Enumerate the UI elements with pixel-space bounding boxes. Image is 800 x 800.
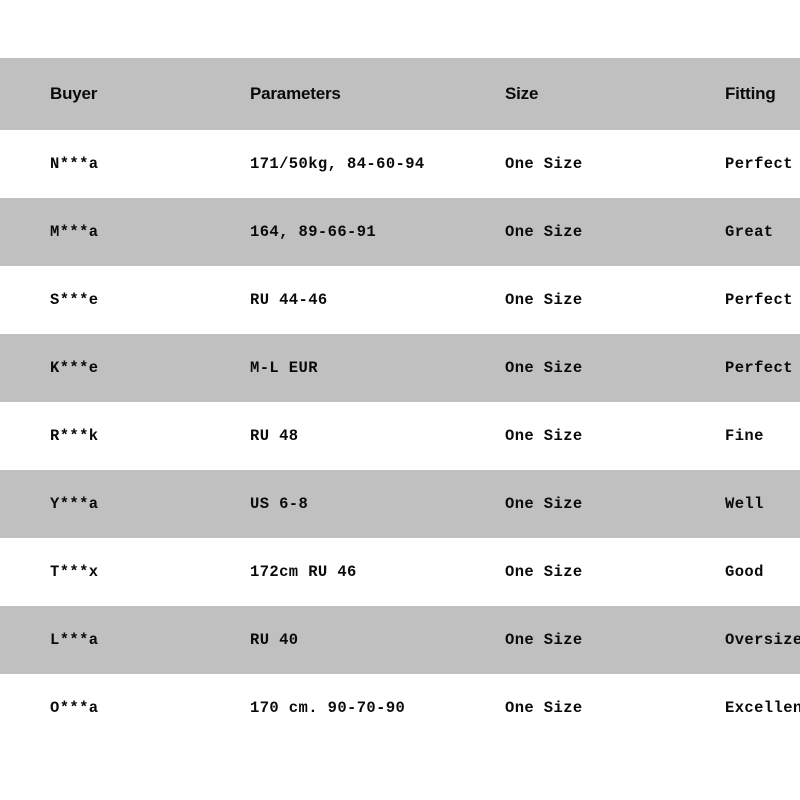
cell-parameters: 171/50kg, 84-60-94: [250, 155, 425, 173]
cell-buyer: Y***a: [50, 495, 99, 513]
cell-parameters: RU 40: [250, 631, 299, 649]
cell-buyer: L***a: [50, 631, 99, 649]
column-header-fitting: Fitting: [725, 84, 776, 103]
cell-parameters: RU 44-46: [250, 291, 328, 309]
cell-buyer: S***e: [50, 291, 99, 309]
table-row: M***a 164, 89-66-91 One Size Great: [0, 198, 800, 266]
cell-buyer: R***k: [50, 427, 99, 445]
column-header-parameters: Parameters: [250, 84, 341, 103]
cell-size: One Size: [505, 495, 583, 513]
cell-parameters: 172cm RU 46: [250, 563, 357, 581]
table-row: K***e M-L EUR One Size Perfect: [0, 334, 800, 402]
table-row: N***a 171/50kg, 84-60-94 One Size Perfec…: [0, 130, 800, 198]
cell-fitting: Well: [725, 495, 764, 513]
cell-size: One Size: [505, 291, 583, 309]
cell-fitting: Perfect: [725, 359, 793, 377]
cell-size: One Size: [505, 427, 583, 445]
table-row: Y***a US 6-8 One Size Well: [0, 470, 800, 538]
cell-size: One Size: [505, 155, 583, 173]
cell-parameters: RU 48: [250, 427, 299, 445]
cell-size: One Size: [505, 631, 583, 649]
cell-buyer: M***a: [50, 223, 99, 241]
cell-buyer: O***a: [50, 699, 99, 717]
table-header-row: Buyer Parameters Size Fitting: [0, 58, 800, 130]
cell-size: One Size: [505, 699, 583, 717]
cell-size: One Size: [505, 563, 583, 581]
cell-fitting: Perfect: [725, 155, 793, 173]
column-header-size: Size: [505, 84, 539, 103]
table-row: T***x 172cm RU 46 One Size Good: [0, 538, 800, 606]
cell-parameters: 170 cm. 90-70-90: [250, 699, 406, 717]
table-row: O***a 170 cm. 90-70-90 One Size Excellen…: [0, 674, 800, 742]
cell-parameters: M-L EUR: [250, 359, 318, 377]
cell-fitting: Perfect: [725, 291, 793, 309]
cell-buyer: N***a: [50, 155, 99, 173]
table-row: S***e RU 44-46 One Size Perfect: [0, 266, 800, 334]
column-header-buyer: Buyer: [50, 84, 98, 103]
buyer-feedback-table: Buyer Parameters Size Fitting N***a 171/…: [0, 0, 800, 800]
cell-fitting: Excellent: [725, 699, 800, 717]
cell-size: One Size: [505, 359, 583, 377]
cell-fitting: Good: [725, 563, 764, 581]
cell-parameters: US 6-8: [250, 495, 309, 513]
cell-parameters: 164, 89-66-91: [250, 223, 377, 241]
cell-size: One Size: [505, 223, 583, 241]
cell-buyer: K***e: [50, 359, 99, 377]
cell-fitting: Oversize: [725, 631, 800, 649]
table-row: R***k RU 48 One Size Fine: [0, 402, 800, 470]
cell-fitting: Great: [725, 223, 774, 241]
table-row: L***a RU 40 One Size Oversize: [0, 606, 800, 674]
cell-buyer: T***x: [50, 563, 99, 581]
cell-fitting: Fine: [725, 427, 764, 445]
